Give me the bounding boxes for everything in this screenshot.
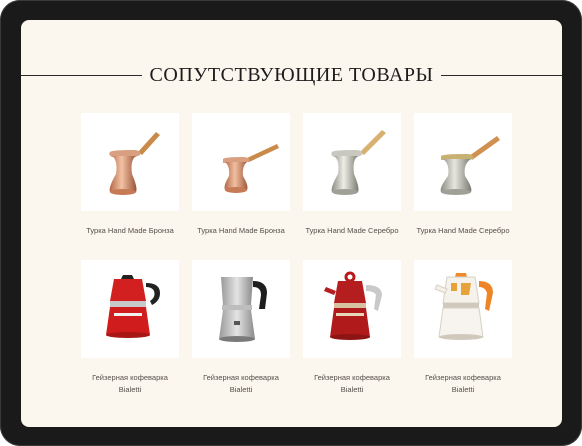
product-name[interactable]: Турка Hand Made Бронза bbox=[192, 225, 290, 237]
tablet-frame: СОПУТСТВУЮЩИЕ ТОВАРЫ Турка Hand Made Бро… bbox=[0, 0, 582, 446]
product-image[interactable] bbox=[81, 113, 179, 211]
product-name[interactable]: Гейзерная кофеварка Bialetti bbox=[303, 372, 401, 396]
white-moka-pot-icon bbox=[434, 273, 493, 340]
section-header: СОПУТСТВУЮЩИЕ ТОВАРЫ bbox=[21, 63, 562, 87]
copper-turka-icon bbox=[223, 144, 279, 193]
steel-moka-pot-icon bbox=[219, 277, 267, 342]
product-image[interactable] bbox=[303, 260, 401, 358]
product-card[interactable]: Гейзерная кофеварка Bialetti bbox=[81, 260, 179, 396]
silver-turka-icon bbox=[331, 130, 386, 195]
product-card[interactable]: Гейзерная кофеварка Bialetti bbox=[303, 260, 401, 396]
product-image[interactable] bbox=[192, 113, 290, 211]
product-image[interactable] bbox=[81, 260, 179, 358]
product-card[interactable]: Турка Hand Made Бронза bbox=[192, 113, 290, 260]
screen: СОПУТСТВУЮЩИЕ ТОВАРЫ Турка Hand Made Бро… bbox=[21, 20, 562, 427]
silver-turka-icon bbox=[440, 136, 500, 195]
red-moka-pot-icon bbox=[106, 275, 160, 338]
section-title: СОПУТСТВУЮЩИЕ ТОВАРЫ bbox=[149, 63, 434, 86]
product-card[interactable]: Гейзерная кофеварка Bialetti bbox=[414, 260, 512, 396]
product-image[interactable] bbox=[414, 113, 512, 211]
product-name[interactable]: Гейзерная кофеварка Bialetti bbox=[192, 372, 290, 396]
product-image[interactable] bbox=[303, 113, 401, 211]
product-card[interactable]: Турка Hand Made Серебро bbox=[303, 113, 401, 260]
product-name[interactable]: Турка Hand Made Бронза bbox=[81, 225, 179, 237]
red-moka-pot-icon bbox=[324, 271, 382, 340]
title-rule-right bbox=[441, 74, 562, 76]
product-image[interactable] bbox=[414, 260, 512, 358]
title-rule-left bbox=[21, 74, 142, 76]
product-name[interactable]: Турка Hand Made Серебро bbox=[414, 225, 512, 237]
product-card[interactable]: Турка Hand Made Бронза bbox=[81, 113, 179, 260]
product-card[interactable]: Турка Hand Made Серебро bbox=[414, 113, 512, 260]
product-image[interactable] bbox=[192, 260, 290, 358]
copper-turka-icon bbox=[109, 132, 160, 195]
product-grid: Турка Hand Made Бронза Турка Hand Made Б… bbox=[81, 113, 513, 396]
product-name[interactable]: Гейзерная кофеварка Bialetti bbox=[81, 372, 179, 396]
product-card[interactable]: Гейзерная кофеварка Bialetti bbox=[192, 260, 290, 396]
product-name[interactable]: Гейзерная кофеварка Bialetti bbox=[414, 372, 512, 396]
product-name[interactable]: Турка Hand Made Серебро bbox=[303, 225, 401, 237]
